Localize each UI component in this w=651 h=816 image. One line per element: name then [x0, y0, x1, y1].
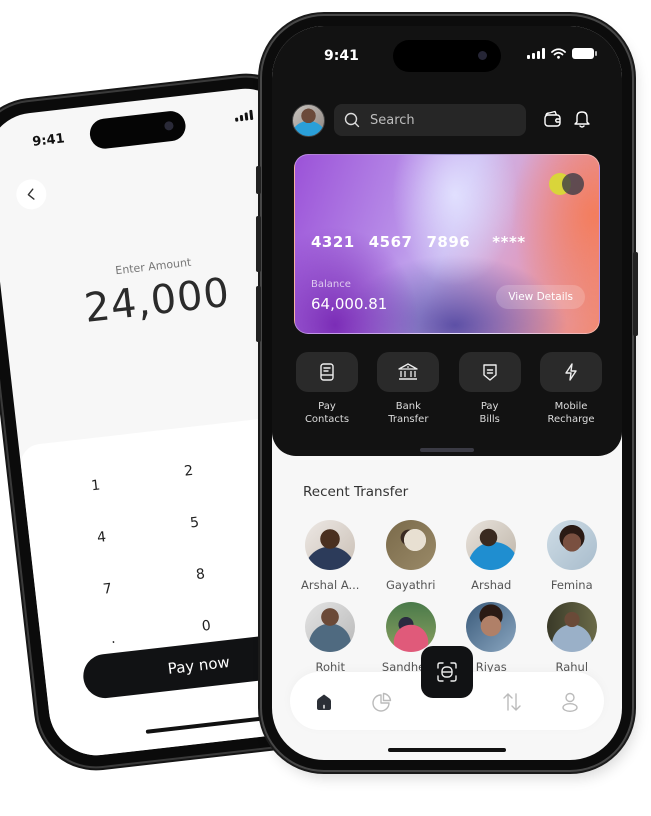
battery-icon: [572, 48, 597, 59]
bottom-nav: [290, 646, 604, 730]
mastercard-icon: [549, 173, 585, 195]
contact-item[interactable]: Arshad: [451, 520, 532, 592]
wallet-button[interactable]: [542, 108, 564, 130]
bank-card[interactable]: 4321 4567 7896 **** Balance 64,000.81 Vi…: [294, 154, 600, 334]
wallet-icon: [544, 110, 561, 127]
profile-avatar[interactable]: [292, 104, 325, 137]
key-4[interactable]: 4: [81, 527, 123, 547]
card-number-group: ****: [492, 233, 526, 251]
pie-chart-icon: [372, 692, 392, 712]
contact-avatar: [305, 602, 356, 652]
key-5[interactable]: 5: [174, 513, 216, 533]
chevron-left-icon: [27, 188, 35, 200]
bell-icon: [574, 111, 590, 128]
contact-name: Femina: [550, 578, 593, 592]
action-pay-bills[interactable]: Pay Bills: [457, 352, 523, 426]
side-button: [256, 166, 261, 194]
action-pay-contacts[interactable]: Pay Contacts: [294, 352, 360, 426]
dynamic-island: [88, 109, 188, 151]
camera: [163, 120, 174, 131]
action-icon-box: [377, 352, 440, 392]
lightning-icon: [565, 363, 577, 381]
status-time: 9:41: [31, 131, 66, 150]
search-placeholder: Search: [370, 112, 415, 128]
search-icon: [344, 112, 360, 128]
home-indicator: [388, 748, 506, 752]
nav-transfer[interactable]: [500, 690, 524, 714]
nav-profile[interactable]: [558, 690, 582, 714]
card-number-group: 7896: [426, 233, 471, 251]
back-button[interactable]: [14, 177, 48, 211]
search-input[interactable]: Search: [334, 104, 526, 136]
side-button: [633, 252, 638, 336]
contact-avatar: [385, 520, 436, 570]
home-screen: 9:41 Search 4321 4567 7896 **** Balance: [272, 26, 622, 760]
action-label: Pay Bills: [479, 401, 500, 425]
key-0[interactable]: 0: [186, 616, 228, 636]
contact-name: Arshal A...: [301, 578, 360, 592]
nav-home[interactable]: [312, 690, 336, 714]
status-time: 9:41: [324, 48, 359, 64]
contact-item[interactable]: Femina: [532, 520, 613, 592]
home-icon: [317, 694, 331, 710]
transfer-arrows-icon: [503, 693, 521, 711]
key-8[interactable]: 8: [180, 564, 222, 584]
side-button: [256, 216, 261, 272]
status-icons: [527, 48, 597, 59]
contact-name: Gayathri: [385, 578, 436, 592]
action-mobile-recharge[interactable]: Mobile Recharge: [538, 352, 604, 426]
card-number-group: 4567: [368, 233, 413, 251]
contact-avatar: [385, 602, 436, 652]
action-label: Mobile Recharge: [547, 401, 595, 425]
contact-avatar: [546, 602, 597, 652]
contact-name: Arshad: [471, 578, 512, 592]
sheet-grabber[interactable]: [420, 448, 474, 452]
view-details-button[interactable]: View Details: [496, 285, 585, 309]
camera: [478, 51, 487, 60]
action-label: Pay Contacts: [304, 401, 350, 425]
scan-icon: [437, 662, 457, 682]
key-decimal[interactable]: .: [92, 629, 134, 649]
recent-transfer-title: Recent Transfer: [303, 484, 409, 500]
contact-item[interactable]: Rahul: [532, 602, 613, 674]
action-icon-box: [296, 352, 358, 392]
side-button: [256, 286, 261, 342]
contact-item[interactable]: Rohit: [290, 602, 371, 674]
signal-icon: [234, 109, 254, 122]
notifications-button[interactable]: [571, 108, 593, 130]
contact-avatar: [546, 520, 597, 570]
contact-avatar: [466, 602, 517, 652]
action-label: Bank Transfer: [388, 401, 429, 425]
contact-item[interactable]: Gayathri: [371, 520, 452, 592]
bill-icon: [482, 364, 497, 381]
action-bank-transfer[interactable]: Bank Transfer: [375, 352, 441, 426]
action-icon-box: [539, 352, 602, 392]
card-number-group: 4321: [311, 233, 355, 251]
contact-item[interactable]: Arshal A...: [290, 520, 371, 592]
bank-icon: [398, 363, 418, 380]
contact-book-icon: [320, 363, 334, 381]
contact-avatar: [305, 520, 356, 570]
home-phone: 9:41 Search 4321 4567 7896 **** Balance: [256, 16, 638, 770]
balance-label: Balance: [311, 279, 351, 290]
key-1[interactable]: 1: [75, 476, 117, 496]
scan-button[interactable]: [421, 646, 473, 698]
card-number: 4321 4567 7896 ****: [311, 233, 526, 251]
signal-icon: [527, 48, 545, 59]
key-2[interactable]: 2: [168, 461, 210, 481]
contact-avatar: [466, 520, 517, 570]
dynamic-island: [393, 40, 501, 72]
balance-value: 64,000.81: [311, 295, 388, 313]
key-7[interactable]: 7: [87, 579, 129, 599]
nav-stats[interactable]: [370, 690, 394, 714]
wifi-icon: [551, 48, 566, 59]
action-icon-box: [458, 352, 521, 392]
quick-actions: Pay Contacts Bank Transfer Pay Bills Mobile…: [294, 352, 604, 426]
user-icon: [562, 692, 578, 712]
